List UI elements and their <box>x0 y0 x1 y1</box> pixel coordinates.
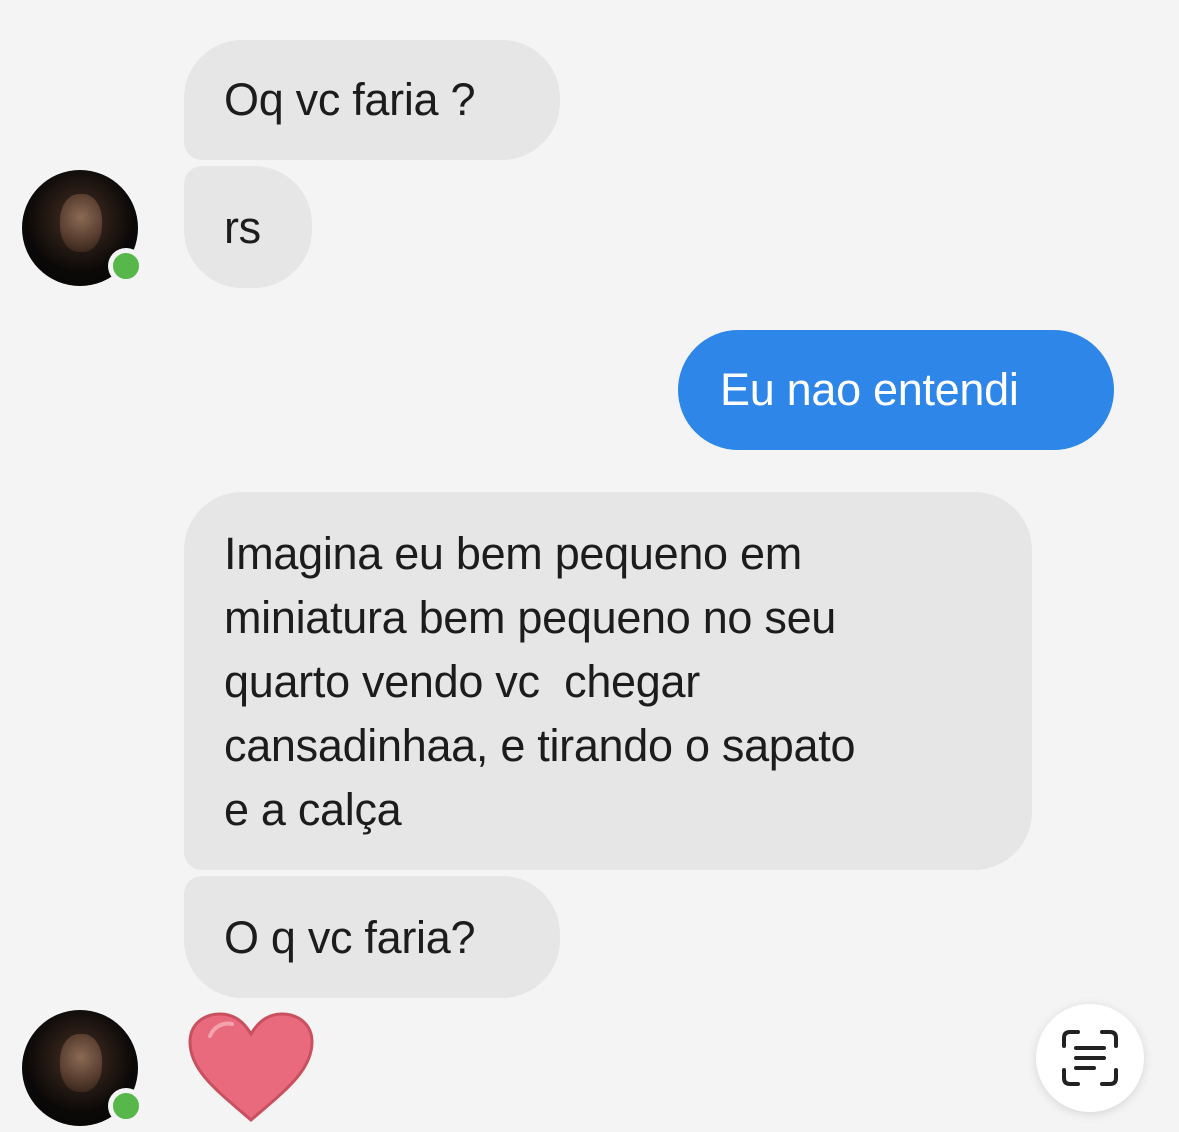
chat-thread: Oq vc faria ? rs Eu nao entendi Imagina … <box>0 0 1179 1132</box>
message-text-line: miniatura bem pequeno no seu <box>224 592 837 643</box>
avatar-photo <box>60 194 102 252</box>
message-bubble-incoming[interactable]: Imagina eu bem pequeno em miniatura bem … <box>184 492 1032 870</box>
online-status-dot <box>108 1088 144 1124</box>
text-scan-button[interactable] <box>1036 1004 1144 1112</box>
message-bubble-outgoing[interactable]: Eu nao entendi <box>678 330 1114 450</box>
message-text: O q vc faria? <box>224 912 476 963</box>
contact-avatar[interactable] <box>22 170 144 286</box>
message-bubble-incoming[interactable]: Oq vc faria ? <box>184 40 560 160</box>
contact-avatar[interactable] <box>22 1010 144 1126</box>
avatar-photo <box>60 1034 102 1092</box>
text-scan-icon <box>1062 1030 1118 1086</box>
message-bubble-incoming[interactable]: O q vc faria? <box>184 876 560 998</box>
message-text-line: quarto vendo vc chegar <box>224 656 700 707</box>
message-text-line: cansadinhaa, e tirando o sapato <box>224 720 856 771</box>
message-text-line: e a calça <box>224 784 402 835</box>
message-text: Eu nao entendi <box>720 364 1019 415</box>
heart-icon[interactable] <box>186 1010 316 1126</box>
message-text: rs <box>224 202 261 253</box>
message-bubble-incoming[interactable]: rs <box>184 166 312 288</box>
message-text: Oq vc faria ? <box>224 74 476 125</box>
online-status-dot <box>108 248 144 284</box>
message-text-line: Imagina eu bem pequeno em <box>224 528 802 579</box>
